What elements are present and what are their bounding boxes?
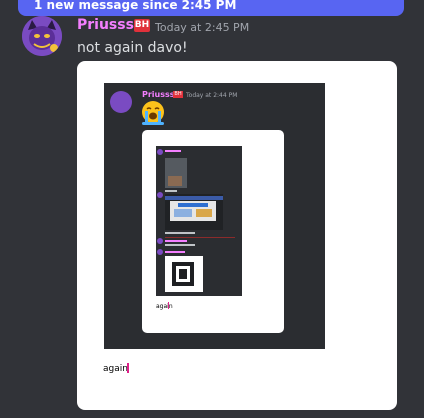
attachment-caption: again (103, 364, 128, 374)
avatar[interactable] (22, 16, 62, 56)
message-content: not again davo! (77, 40, 188, 56)
new-messages-banner[interactable]: 1 new message since 2:45 PM (18, 0, 404, 16)
nested-cursor-icon (168, 302, 169, 309)
nested-screenshot (156, 146, 242, 296)
new-messages-text: 1 new message since 2:45 PM (34, 0, 237, 12)
inner-timestamp: Today at 2:44 PM (186, 92, 238, 99)
nested-caption: again (156, 303, 173, 310)
avatar-image (22, 16, 62, 56)
inner-author-name: Priusss (142, 90, 175, 99)
text-cursor-icon (127, 363, 129, 373)
loudly-crying-face-icon (142, 101, 164, 125)
role-badge: BH (134, 19, 150, 32)
inner-avatar (110, 91, 132, 113)
author-name[interactable]: Priusss (77, 17, 134, 33)
inner-role-badge: BH (173, 91, 183, 98)
message-timestamp[interactable]: Today at 2:45 PM (155, 21, 249, 34)
